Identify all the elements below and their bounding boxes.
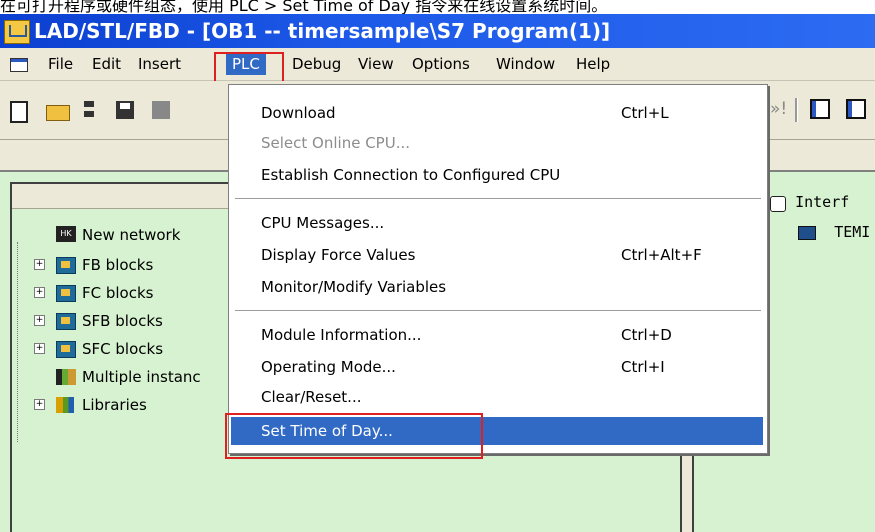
- toolbar-separator: [795, 98, 798, 122]
- expand-icon[interactable]: +: [34, 315, 45, 326]
- expand-icon[interactable]: +: [34, 399, 45, 410]
- menu-separator: [235, 198, 761, 200]
- menu-debug[interactable]: Debug: [286, 53, 347, 75]
- new-network-icon: HK: [56, 226, 76, 242]
- print-icon[interactable]: [152, 101, 170, 119]
- menu-file[interactable]: File: [42, 53, 79, 75]
- menu-help[interactable]: Help: [570, 53, 616, 75]
- window-layout-icon[interactable]: [810, 99, 830, 119]
- title-bar: LAD/STL/FBD - [OB1 -- timersample\S7 Pro…: [0, 14, 875, 48]
- menu-separator: [235, 310, 761, 312]
- menu-item-module-information[interactable]: Module Information... Ctrl+D: [231, 321, 763, 349]
- save-icon[interactable]: [116, 101, 134, 119]
- menu-item-establish-connection[interactable]: Establish Connection to Configured CPU: [231, 161, 763, 189]
- menu-view[interactable]: View: [352, 53, 400, 75]
- libraries-icon: [56, 397, 74, 413]
- window-layout-icon-2[interactable]: [846, 99, 866, 119]
- document-window-icon[interactable]: [10, 58, 28, 72]
- block-folder-icon: [56, 341, 76, 358]
- app-icon: [4, 20, 30, 44]
- window-title: LAD/STL/FBD - [OB1 -- timersample\S7 Pro…: [34, 19, 611, 43]
- expand-icon[interactable]: +: [34, 343, 45, 354]
- set-time-highlight-box: [225, 413, 483, 459]
- new-file-icon[interactable]: [10, 101, 28, 123]
- menu-window[interactable]: Window: [490, 53, 561, 75]
- expand-icon[interactable]: +: [34, 287, 45, 298]
- block-folder-icon: [56, 285, 76, 302]
- menu-insert[interactable]: Insert: [132, 53, 187, 75]
- plc-highlight-box: [214, 52, 284, 84]
- menu-options[interactable]: Options: [406, 53, 476, 75]
- menu-item-monitor-modify-variables[interactable]: Monitor/Modify Variables: [231, 273, 763, 301]
- menu-item-operating-mode[interactable]: Operating Mode... Ctrl+I: [231, 353, 763, 381]
- interface-temp-item[interactable]: TEMI: [780, 223, 870, 241]
- plc-menu-dropdown: Download Ctrl+L Select Online CPU... Est…: [228, 84, 768, 454]
- block-folder-icon: [56, 313, 76, 330]
- open-folder-icon[interactable]: [46, 105, 70, 121]
- forward-icon[interactable]: »!: [770, 99, 787, 119]
- menu-item-clear-reset[interactable]: Clear/Reset...: [231, 383, 763, 411]
- interface-label[interactable]: Interf: [768, 193, 849, 211]
- tutorial-caption: 在可打开程序或硬件组态，使用 PLC > Set Time of Day 指令来…: [0, 0, 608, 14]
- block-folder-icon: [56, 257, 76, 274]
- multiple-instance-icon: [56, 369, 76, 385]
- menu-item-cpu-messages[interactable]: CPU Messages...: [231, 209, 763, 237]
- menu-edit[interactable]: Edit: [86, 53, 127, 75]
- menu-item-select-online-cpu: Select Online CPU...: [261, 134, 410, 152]
- menu-item-download[interactable]: Download Ctrl+L: [231, 99, 763, 127]
- menu-bar: File Edit Insert PLC Debug View Options …: [0, 48, 875, 81]
- tree-line: [17, 242, 18, 442]
- menu-item-display-force-values[interactable]: Display Force Values Ctrl+Alt+F: [231, 241, 763, 269]
- network-icon[interactable]: [82, 101, 100, 119]
- expand-icon[interactable]: +: [34, 259, 45, 270]
